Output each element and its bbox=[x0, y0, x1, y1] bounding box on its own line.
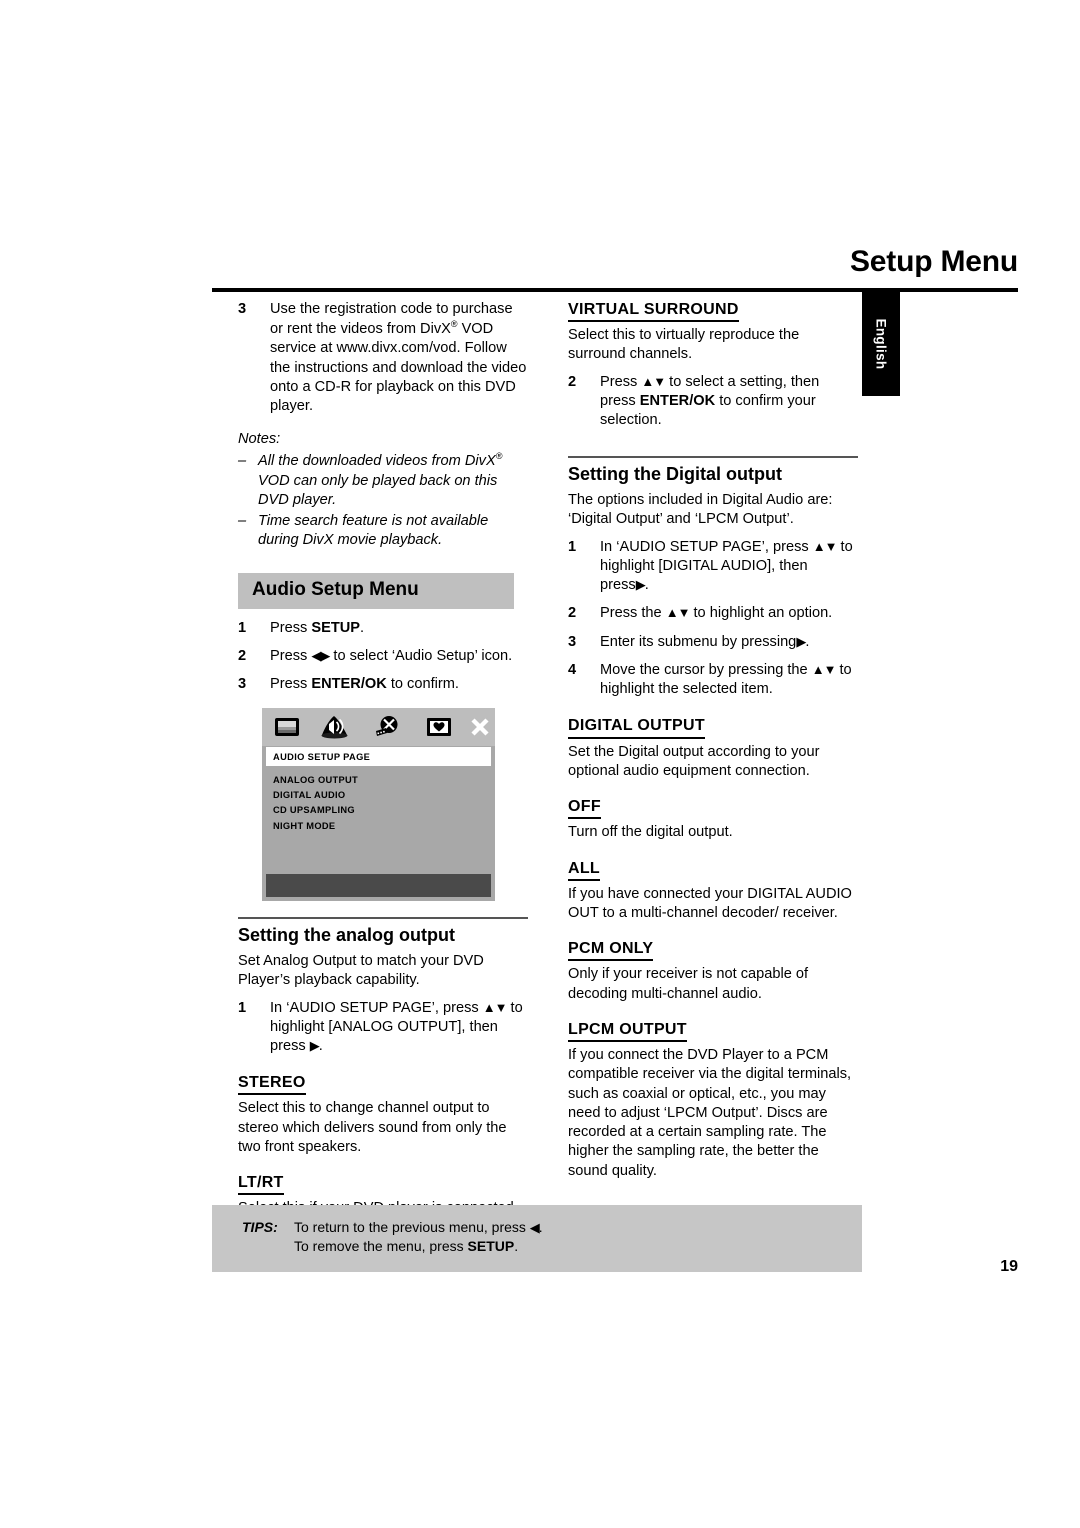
analog-intro-text: Set Analog Output to match your DVD Play… bbox=[238, 953, 484, 989]
note-text: All the downloaded videos from DivX® VOD… bbox=[258, 451, 503, 508]
list-number: 3 bbox=[238, 301, 247, 317]
film-reel-icon bbox=[373, 715, 403, 745]
list-text: Press ▲▼ to select a setting, then press… bbox=[600, 373, 820, 429]
dash-bullet: – bbox=[238, 452, 247, 469]
right-column: VIRTUAL SURROUND Select this to virtuall… bbox=[568, 300, 858, 1189]
note-text: Time search feature is not available dur… bbox=[258, 513, 489, 549]
term-label: VIRTUAL SURROUND bbox=[568, 300, 739, 323]
dvd-osd-screenshot: AUDIO SETUP PAGE ANALOG OUTPUT DIGITAL A… bbox=[262, 708, 495, 902]
list-item: 4 Move the cursor by pressing the ▲▼ to … bbox=[568, 661, 858, 700]
term-label: ALL bbox=[568, 859, 601, 881]
osd-menu-item[interactable]: ANALOG OUTPUT bbox=[273, 773, 358, 788]
tips-label: TIPS: bbox=[242, 1219, 278, 1235]
list-item: 3 Enter its submenu by pressing▶. bbox=[568, 633, 858, 652]
term-block-all: ALL If you have connected your DIGITAL A… bbox=[568, 851, 858, 924]
list-item: 3 Use the registration code to purchase … bbox=[238, 300, 528, 416]
list-text: Press the ▲▼ to highlight an option. bbox=[600, 605, 833, 622]
section-divider bbox=[238, 917, 528, 920]
list-number: 3 bbox=[238, 676, 247, 693]
section-divider bbox=[568, 456, 858, 459]
list-text: Press ENTER/OK to confirm. bbox=[270, 676, 459, 693]
osd-menu-items: ANALOG OUTPUT DIGITAL AUDIO CD UPSAMPLIN… bbox=[273, 773, 358, 833]
term-label: LT/RT bbox=[238, 1173, 284, 1196]
list-text: Press SETUP. bbox=[270, 619, 365, 636]
list-number: 3 bbox=[568, 633, 577, 650]
list-item: 3 Press ENTER/OK to confirm. bbox=[238, 675, 528, 694]
osd-menu-item[interactable]: DIGITAL AUDIO bbox=[273, 788, 358, 803]
list-item: 1 Press SETUP. bbox=[238, 619, 528, 638]
osd-menu-item[interactable]: CD UPSAMPLING bbox=[273, 803, 358, 818]
dash-bullet: – bbox=[238, 513, 247, 530]
list-text: Use the registration code to purchase or… bbox=[270, 301, 527, 415]
tips-lines: To return to the previous menu, press ◀.… bbox=[242, 1218, 862, 1257]
list-number: 4 bbox=[568, 661, 577, 678]
term-block-stereo: STEREO Select this to change channel out… bbox=[238, 1065, 528, 1157]
term-description: If you have connected your DIGITAL AUDIO… bbox=[568, 885, 852, 921]
tips-box: TIPS: To return to the previous menu, pr… bbox=[212, 1205, 862, 1272]
term-description: Set the Digital output according to your… bbox=[568, 743, 820, 779]
list-item: 2 Press the ▲▼ to highlight an option. bbox=[568, 604, 858, 623]
list-item: 1 In ‘AUDIO SETUP PAGE’, press ▲▼ to hig… bbox=[568, 538, 858, 596]
term-block-pcm-only: PCM ONLY Only if your receiver is not ca… bbox=[568, 931, 858, 1004]
term-label: LPCM OUTPUT bbox=[568, 1020, 687, 1043]
section-heading-audio-setup-menu: Audio Setup Menu bbox=[238, 572, 514, 609]
preference-icon bbox=[426, 716, 452, 744]
osd-footer-bar bbox=[266, 874, 491, 898]
list-item: 2 Press ◀▶ to select ‘Audio Setup’ icon. bbox=[238, 647, 528, 666]
term-block-digital-output: DIGITAL OUTPUT Set the Digital output ac… bbox=[568, 708, 858, 781]
audio-speaker-icon bbox=[319, 714, 351, 745]
left-column: 3 Use the registration code to purchase … bbox=[238, 300, 528, 1246]
notes-block: Notes: – All the downloaded videos from … bbox=[238, 430, 528, 550]
page-title: Setup Menu bbox=[850, 245, 1018, 278]
list-text: In ‘AUDIO SETUP PAGE’, press ▲▼ to highl… bbox=[270, 999, 523, 1055]
tv-screen-icon bbox=[274, 716, 300, 744]
term-label: PCM ONLY bbox=[568, 939, 654, 962]
subheading-digital-output: Setting the Digital output bbox=[568, 464, 782, 485]
tips-line-2: To remove the menu, press SETUP. bbox=[294, 1238, 519, 1255]
term-block-lpcm-output: LPCM OUTPUT If you connect the DVD Playe… bbox=[568, 1012, 858, 1181]
term-label: STEREO bbox=[238, 1073, 306, 1096]
tips-inner: TIPS: To return to the previous menu, pr… bbox=[212, 1218, 862, 1257]
manual-page: Setup Menu English 3 Use the registratio… bbox=[0, 0, 1080, 1528]
list-text: Press ◀▶ to select ‘Audio Setup’ icon. bbox=[270, 647, 513, 664]
list-text: Enter its submenu by pressing▶. bbox=[600, 633, 810, 650]
tips-line-1: To return to the previous menu, press ◀. bbox=[294, 1219, 543, 1235]
notes-label: Notes: bbox=[238, 431, 281, 448]
list-number: 2 bbox=[568, 605, 577, 622]
list-number: 1 bbox=[238, 999, 247, 1016]
term-description: Select this to change channel output to … bbox=[238, 1100, 507, 1155]
subheading-analog-output: Setting the analog output bbox=[238, 925, 455, 946]
osd-title-bar: AUDIO SETUP PAGE bbox=[266, 747, 491, 767]
term-block-virtual-surround: VIRTUAL SURROUND Select this to virtuall… bbox=[568, 300, 858, 365]
digital-intro-text: The options included in Digital Audio ar… bbox=[568, 492, 833, 528]
page-number: 19 bbox=[1000, 1258, 1018, 1275]
note-item: – Time search feature is not available d… bbox=[238, 512, 528, 551]
list-item: 1 In ‘AUDIO SETUP PAGE’, press ▲▼ to hig… bbox=[238, 999, 528, 1057]
language-tab: English bbox=[862, 292, 900, 396]
term-description: Turn off the digital output. bbox=[568, 824, 733, 841]
term-description: Select this to virtually reproduce the s… bbox=[568, 327, 800, 363]
term-label: DIGITAL OUTPUT bbox=[568, 716, 705, 739]
list-text: Move the cursor by pressing the ▲▼ to hi… bbox=[600, 661, 852, 698]
term-block-off: OFF Turn off the digital output. bbox=[568, 789, 858, 842]
osd-menu-item[interactable]: NIGHT MODE bbox=[273, 819, 358, 834]
list-number: 2 bbox=[568, 373, 577, 390]
term-description: If you connect the DVD Player to a PCM c… bbox=[568, 1047, 852, 1179]
osd-icon-bar bbox=[262, 708, 495, 747]
term-label: OFF bbox=[568, 797, 601, 820]
list-number: 2 bbox=[238, 647, 247, 664]
note-item: – All the downloaded videos from DivX® V… bbox=[238, 452, 528, 511]
term-description: Only if your receiver is not capable of … bbox=[568, 966, 809, 1002]
close-x-icon bbox=[470, 717, 490, 743]
list-number: 1 bbox=[238, 619, 247, 636]
list-item: 2 Press ▲▼ to select a setting, then pre… bbox=[568, 373, 858, 431]
language-tab-label: English bbox=[873, 318, 889, 370]
list-text: In ‘AUDIO SETUP PAGE’, press ▲▼ to highl… bbox=[600, 538, 853, 594]
list-number: 1 bbox=[568, 538, 577, 555]
